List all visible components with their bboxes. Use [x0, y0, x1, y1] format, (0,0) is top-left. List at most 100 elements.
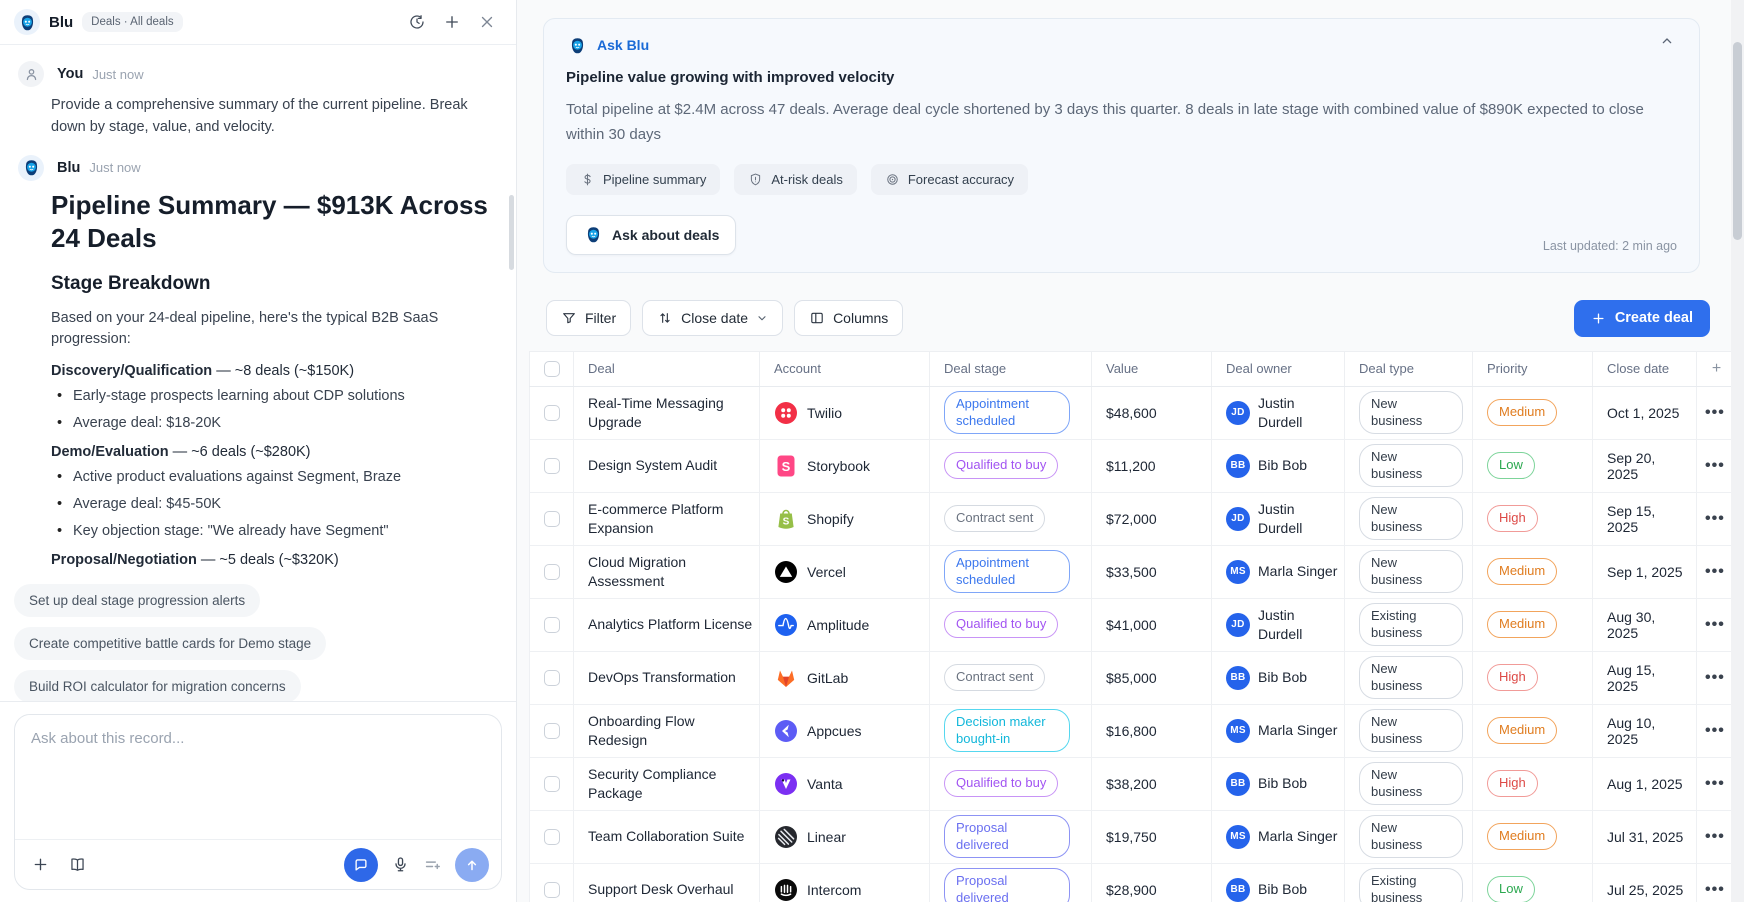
deal-stage-badge[interactable]: Proposal delivered — [944, 868, 1070, 902]
close-date[interactable]: Jul 25, 2025 — [1593, 863, 1697, 902]
table-row[interactable]: Analytics Platform License Amplitude Qua… — [530, 598, 1737, 651]
deal-stage-badge[interactable]: Contract sent — [944, 664, 1045, 691]
deal-name[interactable]: E-commerce Platform Expansion — [588, 500, 753, 538]
columns-button[interactable]: Columns — [794, 300, 903, 336]
table-row[interactable]: Real-Time Messaging Upgrade Twilio Appoi… — [530, 386, 1737, 439]
deal-type-badge[interactable]: New business — [1359, 709, 1463, 753]
table-row[interactable]: E-commerce Platform Expansion S Shopify … — [530, 492, 1737, 545]
ask-about-deals-button[interactable]: Ask about deals — [566, 215, 736, 255]
sort-button[interactable]: Close date — [642, 300, 783, 336]
chat-thread[interactable]: You Just now Provide a comprehensive sum… — [0, 45, 516, 701]
deal-type-badge[interactable]: New business — [1359, 497, 1463, 541]
deal-name[interactable]: Onboarding Flow Redesign — [588, 712, 753, 750]
context-badge[interactable]: Deals · All deals — [82, 12, 182, 32]
deal-type-badge[interactable]: New business — [1359, 550, 1463, 594]
owner-name[interactable]: Bib Bob — [1258, 456, 1307, 474]
table-row[interactable]: Cloud Migration Assessment Vercel Appoin… — [530, 545, 1737, 598]
close-date[interactable]: Aug 15, 2025 — [1593, 651, 1697, 704]
column-header-deal[interactable]: Deal — [574, 351, 760, 386]
row-more-icon[interactable]: ••• — [1705, 669, 1725, 687]
deal-name[interactable]: DevOps Transformation — [588, 668, 753, 687]
row-more-icon[interactable]: ••• — [1705, 563, 1725, 581]
deal-name[interactable]: Cloud Migration Assessment — [588, 553, 753, 591]
mic-icon[interactable] — [391, 855, 410, 874]
deal-type-badge[interactable]: Existing business — [1359, 603, 1463, 647]
page-scrollbar[interactable] — [1731, 0, 1744, 902]
column-header-deal-type[interactable]: Deal type — [1345, 351, 1473, 386]
row-checkbox[interactable] — [544, 882, 560, 898]
create-deal-button[interactable]: Create deal — [1574, 300, 1710, 337]
deal-value[interactable]: $33,500 — [1092, 545, 1212, 598]
close-date[interactable]: Aug 10, 2025 — [1593, 704, 1697, 757]
table-row[interactable]: Support Desk Overhaul Intercom Proposal … — [530, 863, 1737, 902]
deal-value[interactable]: $38,200 — [1092, 757, 1212, 810]
history-icon[interactable] — [404, 9, 430, 35]
account-name[interactable]: Intercom — [807, 882, 861, 898]
row-more-icon[interactable]: ••• — [1705, 457, 1725, 475]
deal-stage-badge[interactable]: Qualified to buy — [944, 452, 1058, 479]
filter-button[interactable]: Filter — [546, 300, 631, 336]
priority-badge[interactable]: Medium — [1487, 823, 1557, 850]
select-all-checkbox[interactable] — [544, 361, 560, 377]
chat-mode-icon[interactable] — [344, 848, 378, 882]
deal-type-badge[interactable]: New business — [1359, 656, 1463, 700]
table-row[interactable]: Security Compliance Package Vanta Qualif… — [530, 757, 1737, 810]
row-checkbox[interactable] — [544, 617, 560, 633]
row-more-icon[interactable]: ••• — [1705, 881, 1725, 899]
account-name[interactable]: Appcues — [807, 723, 861, 739]
owner-name[interactable]: Bib Bob — [1258, 880, 1307, 898]
page-scrollbar-thumb[interactable] — [1733, 42, 1742, 240]
attach-icon[interactable] — [31, 855, 50, 874]
row-more-icon[interactable]: ••• — [1705, 616, 1725, 634]
deal-value[interactable]: $28,900 — [1092, 863, 1212, 902]
chat-scrollbar-thumb[interactable] — [509, 195, 514, 270]
insight-chip[interactable]: At-risk deals — [734, 164, 857, 195]
owner-name[interactable]: Justin Durdell — [1258, 394, 1338, 430]
row-checkbox[interactable] — [544, 405, 560, 421]
priority-badge[interactable]: Low — [1487, 876, 1535, 902]
suggestion-chip[interactable]: Build ROI calculator for migration conce… — [14, 670, 301, 701]
owner-name[interactable]: Bib Bob — [1258, 774, 1307, 792]
account-name[interactable]: Shopify — [807, 511, 854, 527]
priority-badge[interactable]: Medium — [1487, 611, 1557, 638]
row-checkbox[interactable] — [544, 458, 560, 474]
column-header-deal-stage[interactable]: Deal stage — [930, 351, 1092, 386]
deal-value[interactable]: $16,800 — [1092, 704, 1212, 757]
suggestion-chip[interactable]: Create competitive battle cards for Demo… — [14, 627, 326, 660]
deal-name[interactable]: Team Collaboration Suite — [588, 827, 753, 846]
deal-name[interactable]: Design System Audit — [588, 456, 753, 475]
close-date[interactable]: Sep 15, 2025 — [1593, 492, 1697, 545]
row-more-icon[interactable]: ••• — [1705, 775, 1725, 793]
table-row[interactable]: DevOps Transformation GitLab Contract se… — [530, 651, 1737, 704]
owner-name[interactable]: Marla Singer — [1258, 721, 1337, 739]
row-checkbox[interactable] — [544, 564, 560, 580]
queue-icon[interactable] — [423, 855, 442, 874]
close-date[interactable]: Sep 1, 2025 — [1593, 545, 1697, 598]
chevron-up-icon[interactable] — [1659, 33, 1675, 52]
table-row[interactable]: Onboarding Flow Redesign Appcues Decisio… — [530, 704, 1737, 757]
row-more-icon[interactable]: ••• — [1705, 828, 1725, 846]
deal-name[interactable]: Real-Time Messaging Upgrade — [588, 394, 753, 432]
deal-name[interactable]: Security Compliance Package — [588, 765, 753, 803]
column-header-deal-owner[interactable]: Deal owner — [1212, 351, 1345, 386]
deal-stage-badge[interactable]: Qualified to buy — [944, 611, 1058, 638]
deal-type-badge[interactable]: New business — [1359, 815, 1463, 859]
suggestion-chip[interactable]: Set up deal stage progression alerts — [14, 584, 260, 617]
knowledge-book-icon[interactable] — [68, 855, 87, 874]
priority-badge[interactable]: High — [1487, 770, 1538, 797]
priority-badge[interactable]: Medium — [1487, 717, 1557, 744]
deal-value[interactable]: $85,000 — [1092, 651, 1212, 704]
owner-name[interactable]: Justin Durdell — [1258, 606, 1338, 642]
close-date[interactable]: Aug 30, 2025 — [1593, 598, 1697, 651]
deal-name[interactable]: Support Desk Overhaul — [588, 880, 753, 899]
row-checkbox[interactable] — [544, 829, 560, 845]
row-more-icon[interactable]: ••• — [1705, 404, 1725, 422]
owner-name[interactable]: Marla Singer — [1258, 827, 1337, 845]
priority-badge[interactable]: Medium — [1487, 558, 1557, 585]
close-date[interactable]: Oct 1, 2025 — [1593, 386, 1697, 439]
account-name[interactable]: Vanta — [807, 776, 843, 792]
row-checkbox[interactable] — [544, 776, 560, 792]
row-checkbox[interactable] — [544, 511, 560, 527]
chat-input[interactable] — [15, 715, 501, 839]
priority-badge[interactable]: Low — [1487, 452, 1535, 479]
